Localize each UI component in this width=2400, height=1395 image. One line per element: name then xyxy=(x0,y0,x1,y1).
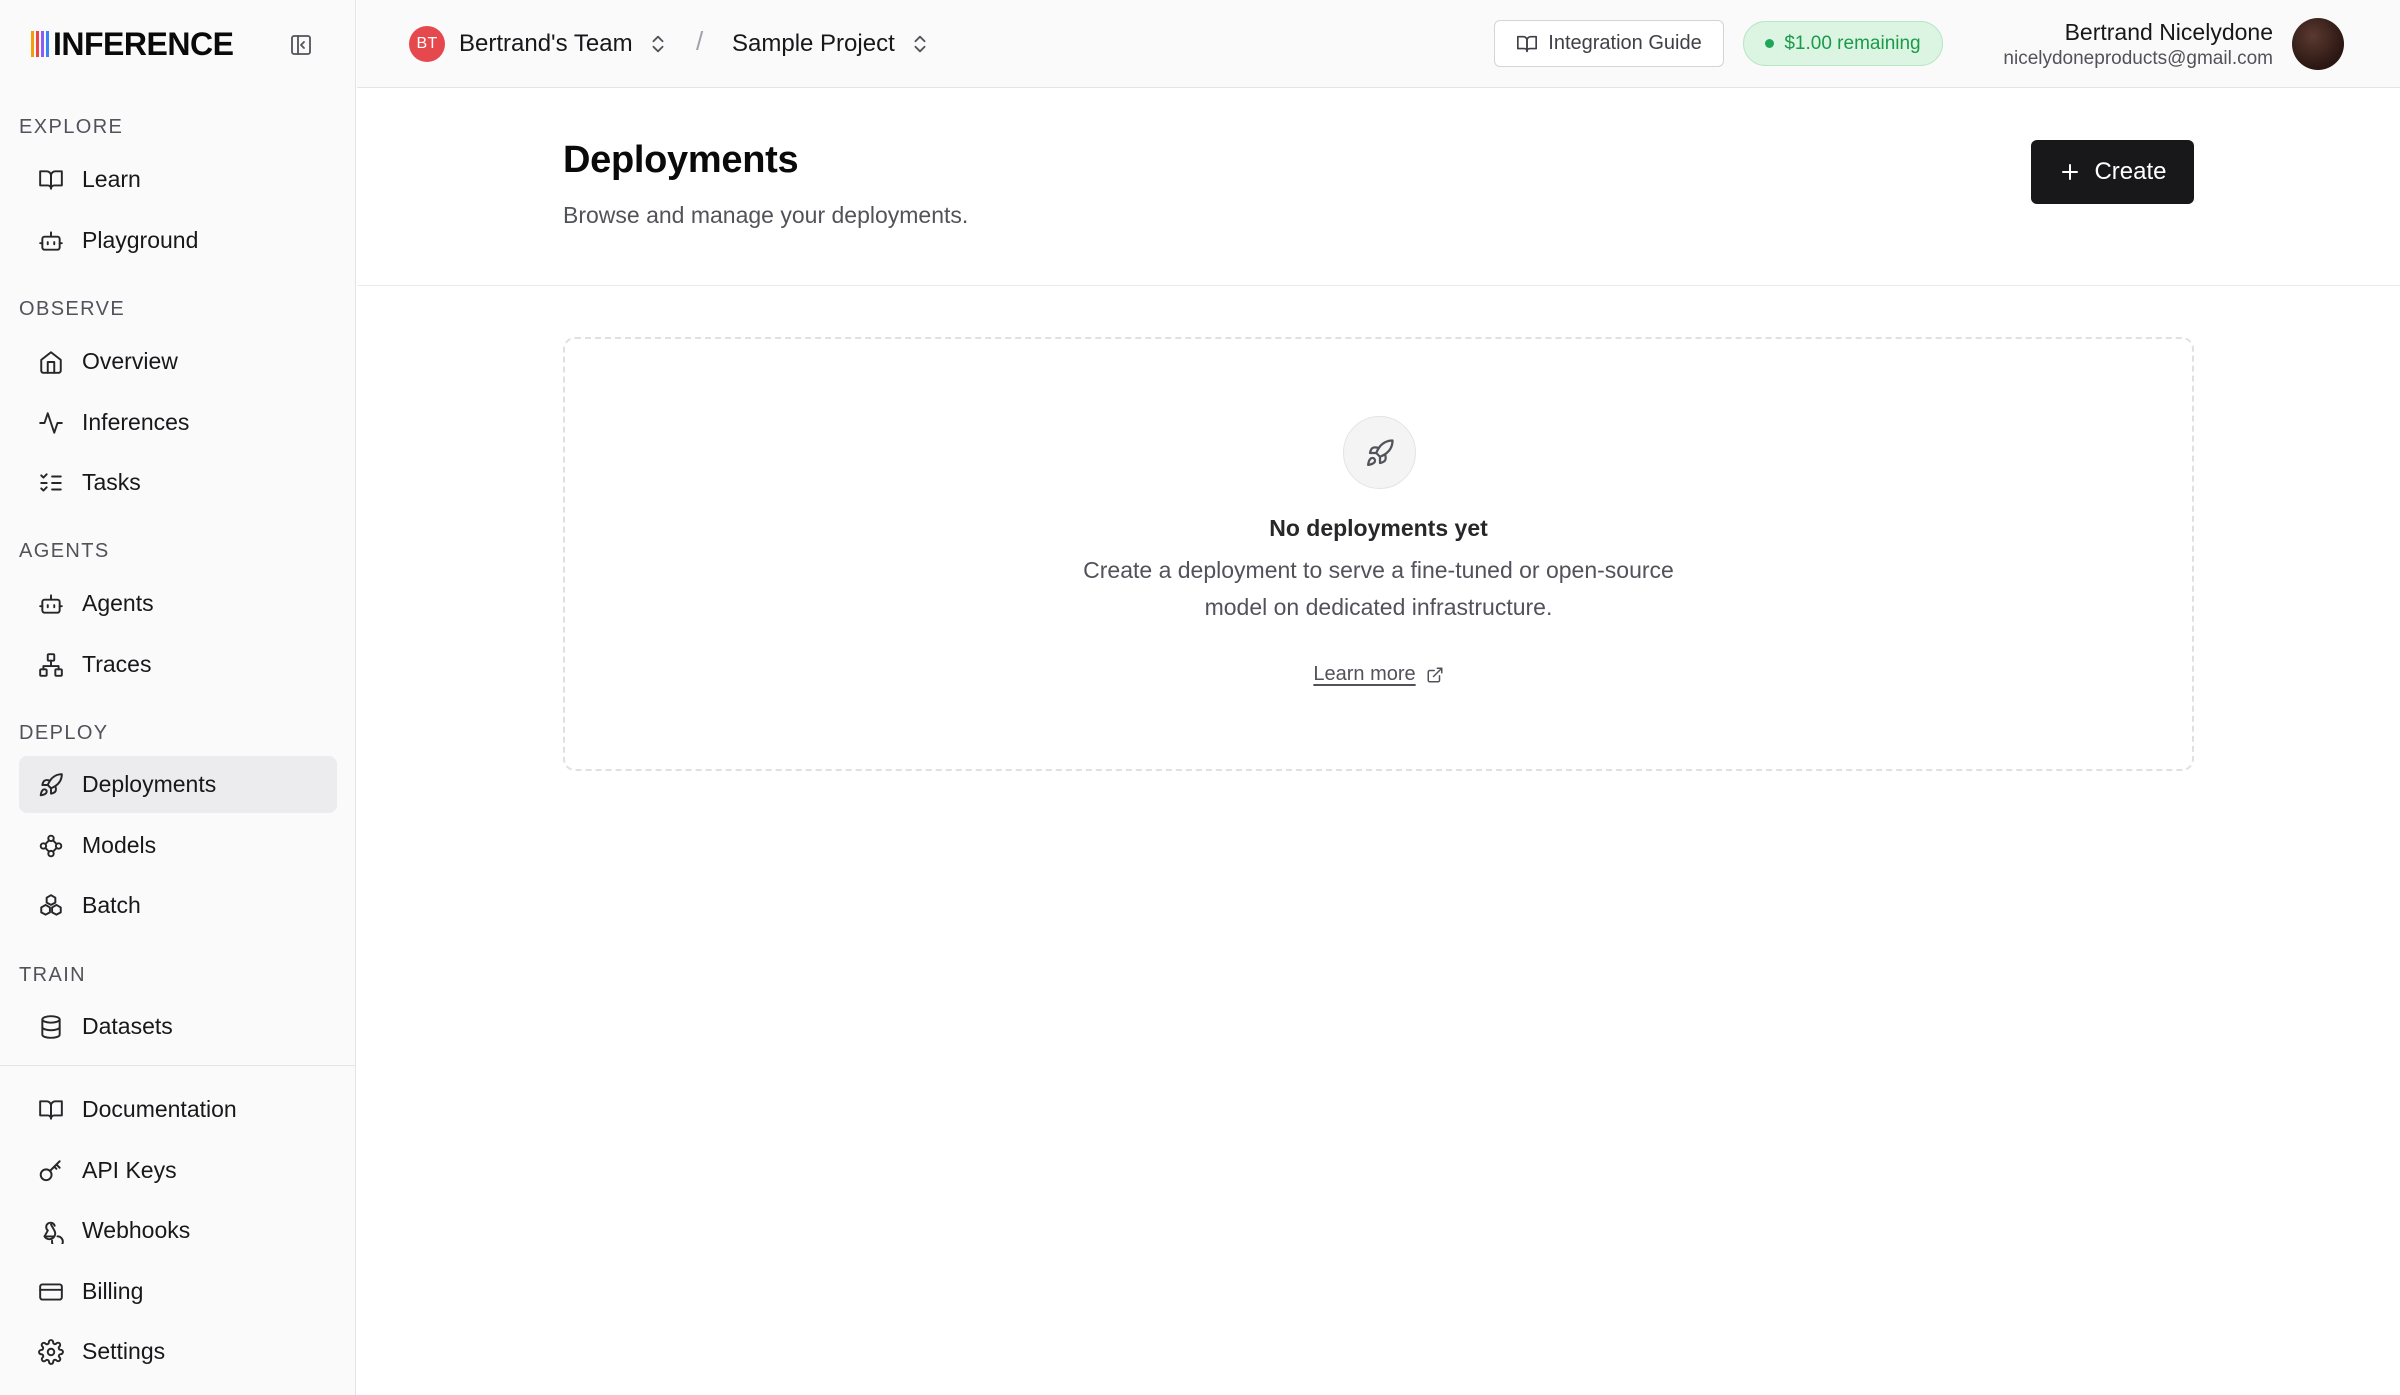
models-icon xyxy=(38,833,64,859)
team-switcher[interactable]: BT Bertrand's Team xyxy=(409,24,669,64)
sidebar-item-label: Inferences xyxy=(82,409,190,435)
boxes-icon xyxy=(38,893,64,919)
gear-icon xyxy=(38,1338,64,1365)
book-open-icon xyxy=(1516,33,1538,55)
status-dot-icon xyxy=(1765,39,1775,48)
sidebar-item-api-keys[interactable]: API Keys xyxy=(19,1142,337,1199)
bot-icon xyxy=(38,591,64,617)
sidebar-item-label: Models xyxy=(82,832,157,858)
sidebar-item-agents[interactable]: Agents xyxy=(19,575,337,632)
page-header: Deployments Browse and manage your deplo… xyxy=(357,89,2400,286)
credits-text: $1.00 remaining xyxy=(1784,32,1921,54)
sidebar-item-documentation[interactable]: Documentation xyxy=(19,1081,337,1138)
sidebar-item-billing[interactable]: Billing xyxy=(19,1263,337,1320)
sidebar-item-label: Webhooks xyxy=(82,1217,191,1243)
project-name: Sample Project xyxy=(732,30,895,57)
credits-badge: $1.00 remaining xyxy=(1743,21,1943,66)
brand-logo[interactable]: INFERENCE xyxy=(31,25,234,63)
rocket-icon xyxy=(1343,416,1416,489)
team-name: Bertrand's Team xyxy=(459,30,633,57)
section-label-train: TRAIN xyxy=(19,964,86,986)
create-button-label: Create xyxy=(2094,158,2167,185)
sidebar-item-webhooks[interactable]: Webhooks xyxy=(19,1202,337,1259)
sidebar-item-settings[interactable]: Settings xyxy=(19,1323,337,1380)
top-header: BT Bertrand's Team / Sample Project Inte… xyxy=(357,0,2400,88)
section-label-deploy: DEPLOY xyxy=(19,722,109,744)
sidebar-item-deployments[interactable]: Deployments xyxy=(19,756,337,813)
sidebar-item-label: Documentation xyxy=(82,1096,237,1122)
learn-more-label: Learn more xyxy=(1313,663,1416,685)
chevrons-up-down-icon xyxy=(909,33,931,55)
sidebar-item-label: Agents xyxy=(82,590,154,616)
team-avatar: BT xyxy=(409,26,445,62)
empty-state-description: Create a deployment to serve a fine-tune… xyxy=(1083,557,1674,620)
section-label-explore: EXPLORE xyxy=(19,116,124,138)
sidebar-item-playground[interactable]: Playground xyxy=(19,212,337,269)
sidebar: INFERENCE EXPLORE OBSERVE AGENTS DEPLOY … xyxy=(0,0,356,1395)
brand-bars-icon xyxy=(31,31,49,57)
brand-name: INFERENCE xyxy=(53,25,234,62)
sidebar-item-label: API Keys xyxy=(82,1157,177,1183)
chevrons-up-down-icon xyxy=(647,33,669,55)
section-label-observe: OBSERVE xyxy=(19,298,126,320)
sidebar-divider xyxy=(0,1065,356,1066)
network-icon xyxy=(38,652,64,678)
activity-icon xyxy=(38,410,64,436)
sidebar-item-batch[interactable]: Batch xyxy=(19,877,337,934)
sidebar-item-datasets[interactable]: Datasets xyxy=(19,998,337,1055)
panel-left-icon xyxy=(291,35,311,55)
key-icon xyxy=(38,1158,64,1184)
credit-card-icon xyxy=(38,1279,64,1305)
webhook-icon xyxy=(38,1218,64,1244)
avatar[interactable] xyxy=(2292,18,2344,70)
empty-state-card: No deployments yet Create a deployment t… xyxy=(563,337,2194,771)
sidebar-item-label: Deployments xyxy=(82,771,217,797)
sidebar-item-learn[interactable]: Learn xyxy=(19,151,337,208)
sidebar-item-models[interactable]: Models xyxy=(19,817,337,874)
section-label-agents: AGENTS xyxy=(19,540,110,562)
sidebar-item-traces[interactable]: Traces xyxy=(19,636,337,693)
integration-guide-button[interactable]: Integration Guide xyxy=(1494,20,1724,67)
user-name: Bertrand Nicelydone xyxy=(2064,19,2273,45)
sidebar-item-label: Playground xyxy=(82,227,199,253)
sidebar-item-label: Learn xyxy=(82,166,141,192)
home-icon xyxy=(38,349,64,375)
book-open-icon xyxy=(38,167,64,193)
sidebar-item-label: Tasks xyxy=(82,469,141,495)
page-title: Deployments xyxy=(563,139,799,181)
sidebar-collapse-button[interactable] xyxy=(286,30,316,60)
sidebar-item-label: Overview xyxy=(82,348,178,374)
integration-guide-label: Integration Guide xyxy=(1548,32,1702,54)
create-button[interactable]: Create xyxy=(2031,140,2194,204)
user-email: nicelydoneproducts@gmail.com xyxy=(2003,48,2273,69)
project-switcher[interactable]: Sample Project xyxy=(732,24,931,64)
breadcrumb-separator: / xyxy=(696,26,704,56)
empty-state-title: No deployments yet xyxy=(1269,515,1488,541)
sidebar-item-label: Datasets xyxy=(82,1013,173,1039)
bot-icon xyxy=(38,228,64,254)
sidebar-item-label: Billing xyxy=(82,1278,144,1304)
sidebar-item-label: Traces xyxy=(82,651,152,677)
sidebar-item-label: Batch xyxy=(82,892,141,918)
rocket-icon xyxy=(38,772,64,798)
learn-more-link[interactable]: Learn more xyxy=(565,663,2192,686)
external-link-icon xyxy=(1426,666,1444,684)
sidebar-item-label: Settings xyxy=(82,1338,166,1364)
sidebar-item-inferences[interactable]: Inferences xyxy=(19,394,337,451)
book-open-icon xyxy=(38,1097,64,1123)
plus-icon xyxy=(2058,160,2082,184)
sidebar-item-tasks[interactable]: Tasks xyxy=(19,454,337,511)
sidebar-item-overview[interactable]: Overview xyxy=(19,333,337,390)
database-icon xyxy=(38,1014,64,1040)
user-info: Bertrand Nicelydone nicelydoneproducts@g… xyxy=(2003,17,2273,71)
list-checks-icon xyxy=(38,470,64,496)
page-subtitle: Browse and manage your deployments. xyxy=(563,202,969,228)
